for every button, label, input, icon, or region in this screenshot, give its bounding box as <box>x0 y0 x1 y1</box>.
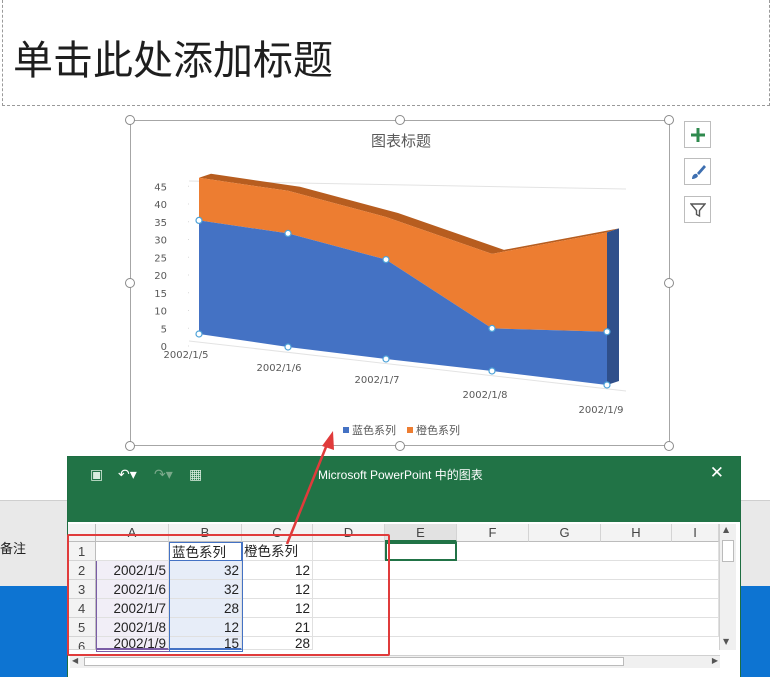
annotation-arrow <box>285 431 334 545</box>
